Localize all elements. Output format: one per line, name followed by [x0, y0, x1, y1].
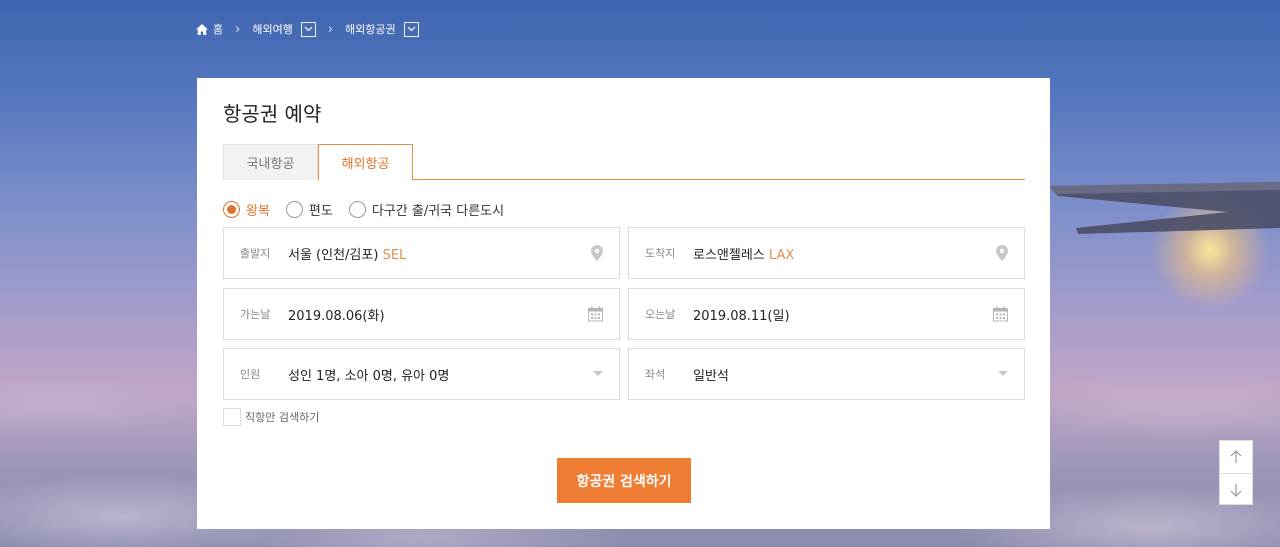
- radio-one-way-label: 편도: [308, 203, 333, 219]
- chevron-down-icon: [407, 26, 416, 32]
- breadcrumb-level2[interactable]: 해외항공권: [345, 21, 419, 37]
- chevron-down-icon: [304, 26, 313, 32]
- map-pin-icon: [591, 245, 603, 261]
- radio-multi-city-label: 다구간 출/귀국 다른도시: [371, 203, 505, 219]
- arrival-value: 로스앤젤레스 LAX: [693, 244, 794, 263]
- home-icon: [196, 23, 208, 35]
- breadcrumb-level1-dropdown[interactable]: [300, 21, 316, 37]
- caret-down-icon: [593, 371, 603, 377]
- radio-round-trip-label: 왕복: [246, 203, 270, 219]
- breadcrumb-level2-dropdown[interactable]: [403, 21, 419, 37]
- departure-label: 출발지: [240, 247, 271, 260]
- passengers-label: 인원: [240, 368, 261, 381]
- flight-booking-card: 항공권 예약 국내항공 해외항공 왕복 편도 다구간 출/귀국 다른도시 출발지…: [197, 78, 1050, 529]
- arrow-down-icon: [1230, 483, 1242, 497]
- passengers-value: 성인 1명, 소아 0명, 유아 0명: [288, 368, 450, 384]
- depart-date-field[interactable]: 가는날 2019.08.06(화): [223, 288, 620, 340]
- direct-only-checkbox[interactable]: [223, 408, 241, 426]
- seat-class-label: 좌석: [645, 368, 666, 381]
- radio-unselected-icon: [285, 200, 303, 218]
- tab-domestic[interactable]: 국내항공: [223, 144, 318, 180]
- return-date-value: 2019.08.11(일): [693, 308, 790, 324]
- departure-code: SEL: [382, 247, 407, 263]
- breadcrumb-home-label: 홈: [213, 23, 224, 36]
- return-date-field[interactable]: 오는날 2019.08.11(일): [628, 288, 1025, 340]
- radio-one-way[interactable]: 편도: [285, 200, 333, 219]
- departure-field[interactable]: 출발지 서울 (인천/김포) SEL: [223, 227, 620, 279]
- radio-multi-city[interactable]: 다구간 출/귀국 다른도시: [348, 200, 505, 219]
- arrival-code: LAX: [768, 247, 795, 263]
- booking-tabs: 국내항공 해외항공: [223, 144, 1025, 181]
- airplane-wing-image: [1048, 182, 1280, 234]
- chevron-right-icon: ›: [235, 21, 241, 37]
- departure-city: 서울 (인천/김포): [288, 247, 379, 263]
- departure-value: 서울 (인천/김포) SEL: [288, 244, 406, 263]
- map-pin-icon: [996, 245, 1008, 261]
- direct-only-label: 직항만 검색하기: [245, 411, 320, 424]
- depart-date-value: 2019.08.06(화): [288, 308, 385, 324]
- scroll-controls: [1219, 440, 1253, 505]
- breadcrumb-level2-label: 해외항공권: [345, 23, 396, 36]
- caret-down-icon: [998, 371, 1008, 377]
- tab-international[interactable]: 해외항공: [318, 144, 413, 181]
- scroll-bottom-button[interactable]: [1220, 473, 1252, 505]
- calendar-icon: [993, 306, 1008, 322]
- trip-type-radios: 왕복 편도 다구간 출/귀국 다른도시: [223, 199, 520, 219]
- arrival-field[interactable]: 도착지 로스앤젤레스 LAX: [628, 227, 1025, 279]
- scroll-top-button[interactable]: [1220, 441, 1252, 473]
- depart-date-label: 가는날: [240, 308, 271, 321]
- radio-unselected-icon: [348, 200, 366, 218]
- direct-only-option[interactable]: 직항만 검색하기: [223, 408, 319, 426]
- chevron-right-icon: ›: [327, 21, 334, 37]
- breadcrumb-home[interactable]: 홈: [196, 21, 223, 37]
- passengers-select[interactable]: 인원 성인 1명, 소아 0명, 유아 0명: [223, 348, 620, 400]
- radio-selected-icon: [223, 200, 240, 218]
- search-flights-button[interactable]: 항공권 검색하기: [557, 458, 691, 503]
- page-title: 항공권 예약: [223, 102, 322, 126]
- breadcrumb: 홈 › 해외여행 › 해외항공권: [196, 20, 419, 38]
- arrival-label: 도착지: [645, 247, 676, 260]
- arrow-up-icon: [1230, 450, 1242, 463]
- calendar-icon: [588, 306, 603, 322]
- arrival-city: 로스앤젤레스: [693, 247, 765, 263]
- radio-round-trip[interactable]: 왕복: [223, 200, 270, 219]
- seat-class-value: 일반석: [693, 368, 729, 384]
- breadcrumb-level1[interactable]: 해외여행: [252, 21, 316, 37]
- seat-class-select[interactable]: 좌석 일반석: [628, 348, 1025, 400]
- return-date-label: 오는날: [645, 308, 676, 321]
- breadcrumb-level1-label: 해외여행: [252, 23, 293, 36]
